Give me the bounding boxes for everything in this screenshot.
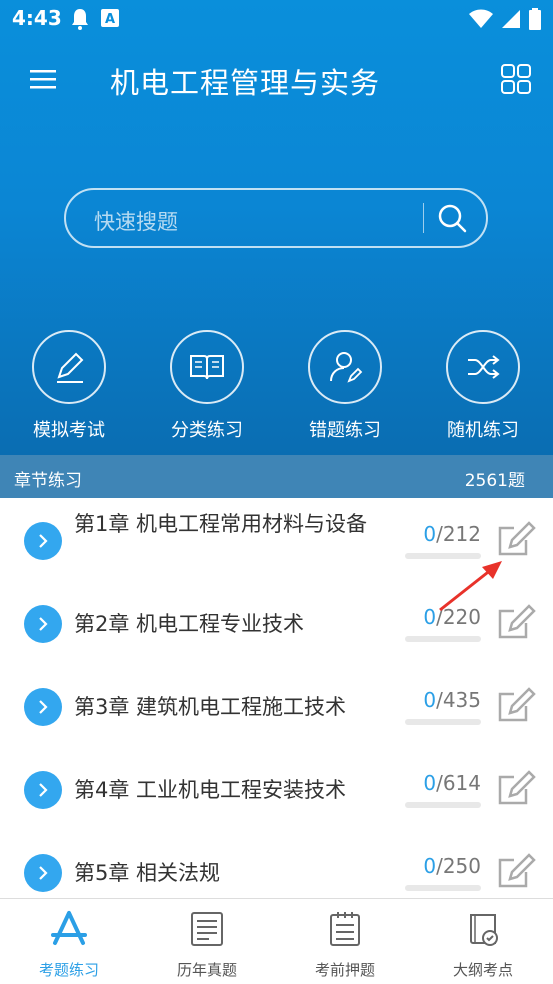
- edit-icon[interactable]: [496, 520, 536, 560]
- progress-bar: [405, 885, 481, 891]
- tab-label: 考前押题: [314, 961, 375, 979]
- chapter-title: 第5章 相关法规: [74, 861, 221, 885]
- app-notification-icon: A: [101, 9, 119, 27]
- app-bar: 机电工程管理与实务: [0, 50, 553, 110]
- page-title: 机电工程管理与实务: [110, 66, 381, 100]
- chevron-right-icon[interactable]: [24, 605, 62, 643]
- book-check-icon: [470, 914, 498, 946]
- chapter-title: 第1章 机电工程常用材料与设备: [74, 512, 368, 536]
- wifi-icon: [469, 9, 493, 28]
- header-banner: 4:43 A 机电工程管理与实务 快速搜题 模拟考试 分类练习 错题练习 随机练…: [0, 0, 553, 455]
- quick-label: 分类练习: [171, 420, 243, 441]
- edit-icon[interactable]: [496, 769, 536, 809]
- quick-label: 错题练习: [309, 420, 381, 441]
- annotation-arrow-icon: [439, 561, 502, 612]
- chapter-progress: 0/250: [423, 854, 481, 878]
- menu-icon[interactable]: [30, 68, 56, 90]
- tab-predicted[interactable]: 考前押题: [276, 899, 414, 984]
- chevron-right-icon[interactable]: [24, 688, 62, 726]
- svg-text:A: A: [105, 12, 115, 27]
- pen-icon: [57, 352, 84, 383]
- search-divider: [423, 203, 424, 233]
- signal-icon: [502, 10, 520, 28]
- section-header: 章节练习 2561题: [0, 455, 553, 498]
- search-input[interactable]: 快速搜题: [94, 206, 178, 236]
- quick-category-practice[interactable]: 分类练习: [152, 330, 262, 442]
- shuffle-icon: [468, 355, 500, 379]
- tab-label: 考题练习: [38, 961, 99, 979]
- status-time: 4:43: [12, 6, 62, 30]
- tab-practice[interactable]: 考题练习: [0, 899, 138, 984]
- notification-bell-icon: [72, 9, 88, 30]
- grid-icon[interactable]: [501, 64, 531, 94]
- tab-label: 历年真题: [176, 961, 237, 979]
- edit-icon[interactable]: [496, 686, 536, 726]
- battery-icon: [529, 8, 541, 30]
- quick-label: 模拟考试: [33, 420, 105, 441]
- bottom-tab-bar: 考题练习 历年真题 考前押题 大纲考点: [0, 898, 553, 984]
- user-edit-icon: [330, 352, 363, 383]
- list-item[interactable]: 第4章 工业机电工程安装技术 0/614: [0, 747, 553, 830]
- chapter-progress: 0/614: [423, 771, 481, 795]
- chapter-title: 第3章 建筑机电工程施工技术: [74, 695, 347, 719]
- quick-wrong-practice[interactable]: 错题练习: [290, 330, 400, 442]
- chevron-right-icon[interactable]: [24, 771, 62, 809]
- edit-icon[interactable]: [496, 852, 536, 892]
- chapter-title: 第2章 机电工程专业技术: [74, 612, 305, 636]
- tab-label: 大纲考点: [452, 961, 513, 979]
- progress-bar: [405, 636, 481, 642]
- question-count: 2561题: [464, 471, 525, 491]
- tab-past-exams[interactable]: 历年真题: [138, 899, 276, 984]
- list-item[interactable]: 第3章 建筑机电工程施工技术 0/435: [0, 664, 553, 747]
- search-icon[interactable]: [436, 202, 468, 234]
- quick-label: 随机练习: [447, 420, 519, 441]
- app-store-icon: [51, 911, 87, 945]
- progress-bar: [405, 719, 481, 725]
- status-bar: 4:43 A: [0, 0, 553, 40]
- chapter-progress: 0/435: [423, 688, 481, 712]
- progress-bar: [405, 802, 481, 808]
- tab-syllabus[interactable]: 大纲考点: [414, 899, 552, 984]
- chevron-right-icon[interactable]: [24, 854, 62, 892]
- quick-random-practice[interactable]: 随机练习: [428, 330, 538, 442]
- chapter-progress: 0/212: [423, 522, 481, 546]
- book-icon: [190, 355, 224, 380]
- chevron-right-icon[interactable]: [24, 522, 62, 560]
- quick-mock-exam[interactable]: 模拟考试: [14, 330, 124, 442]
- notepad-icon: [330, 912, 360, 946]
- document-icon: [191, 912, 223, 946]
- chapter-title: 第4章 工业机电工程安装技术: [74, 778, 347, 802]
- section-title: 章节练习: [14, 471, 82, 491]
- search-box[interactable]: 快速搜题: [64, 188, 488, 248]
